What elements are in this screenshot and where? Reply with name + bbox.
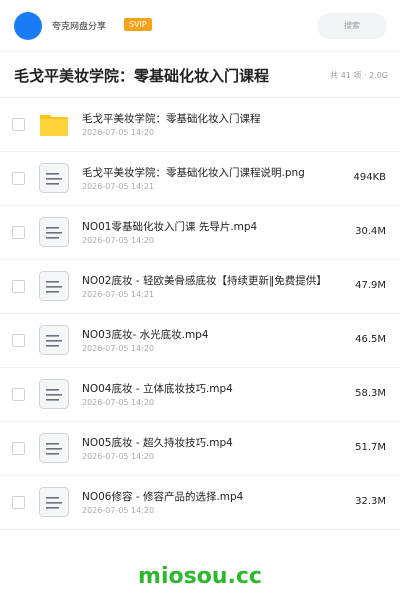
site-watermark: miosou.cc [138,564,262,589]
list-item[interactable]: NO01零基础化妆入门课 先导片.mp4 2026-07-05 14:20 30… [0,206,400,260]
svip-badge: SVIP [124,18,152,31]
file-name: NO03底妆- 水光底妆.mp4 [82,329,209,341]
list-item[interactable]: NO05底妆 - 超久持妆技巧.mp4 2026-07-05 14:20 51.… [0,422,400,476]
app-header: 夸克网盘分享 SVIP 搜索 [0,0,400,52]
file-name: 毛戈平美妆学院：零基础化妆入门课程说明.png [82,167,305,179]
list-item[interactable]: 毛戈平美妆学院：零基础化妆入门课程说明.png 2026-07-05 14:21… [0,152,400,206]
page-title: 毛戈平美妆学院：零基础化妆入门课程 [14,67,270,85]
file-size: 32.3M [355,496,386,507]
file-name: NO04底妆 - 立体底妆技巧.mp4 [82,383,233,395]
list-item[interactable]: 毛戈平美妆学院：零基础化妆入门课程 2026-07-05 14:20 [0,98,400,152]
avatar[interactable] [14,12,42,40]
search-input[interactable]: 搜索 [317,13,387,39]
row-checkbox[interactable] [12,334,25,347]
file-size: 47.9M [355,280,386,291]
file-date: 2026-07-05 14:20 [82,128,155,137]
list-item[interactable]: NO06修容 - 修容产品的选择.mp4 2026-07-05 14:20 32… [0,476,400,530]
document-icon [39,379,69,409]
document-icon [39,325,69,355]
brand-name: 夸克网盘分享 [52,22,107,32]
file-list: 毛戈平美妆学院：零基础化妆入门课程 2026-07-05 14:20 毛戈平美妆… [0,98,400,530]
file-name: NO06修容 - 修容产品的选择.mp4 [82,491,244,503]
document-icon [39,433,69,463]
file-size: 30.4M [355,226,386,237]
file-name: NO02底妆 - 轻欧美骨感底妆【持续更新‖免费提供】 [82,275,327,287]
file-date: 2026-07-05 14:20 [82,452,155,461]
list-item[interactable]: NO04底妆 - 立体底妆技巧.mp4 2026-07-05 14:20 58.… [0,368,400,422]
file-name: NO05底妆 - 超久持妆技巧.mp4 [82,437,233,449]
document-icon [39,487,69,517]
row-checkbox[interactable] [12,496,25,509]
file-size: 58.3M [355,388,386,399]
file-date: 2026-07-05 14:20 [82,236,155,245]
list-item[interactable]: NO02底妆 - 轻欧美骨感底妆【持续更新‖免费提供】 2026-07-05 1… [0,260,400,314]
file-date: 2026-07-05 14:20 [82,344,155,353]
document-icon [39,271,69,301]
file-size: 494KB [353,172,386,183]
file-size: 46.5M [355,334,386,345]
document-icon [39,163,69,193]
row-checkbox[interactable] [12,388,25,401]
document-icon [39,217,69,247]
row-checkbox[interactable] [12,442,25,455]
row-checkbox[interactable] [12,280,25,293]
row-checkbox[interactable] [12,172,25,185]
row-checkbox[interactable] [12,226,25,239]
row-checkbox[interactable] [12,118,25,131]
file-size: 51.7M [355,442,386,453]
list-item[interactable]: NO03底妆- 水光底妆.mp4 2026-07-05 14:20 46.5M [0,314,400,368]
file-date: 2026-07-05 14:20 [82,398,155,407]
share-meta: 共 41 项 · 2.0G [330,71,388,80]
folder-icon [40,115,68,136]
file-date: 2026-07-05 14:21 [82,182,155,191]
file-date: 2026-07-05 14:21 [82,290,155,299]
file-name: 毛戈平美妆学院：零基础化妆入门课程 [82,113,261,125]
title-bar: 毛戈平美妆学院：零基础化妆入门课程 共 41 项 · 2.0G [0,52,400,98]
file-date: 2026-07-05 14:20 [82,506,155,515]
file-name: NO01零基础化妆入门课 先导片.mp4 [82,221,258,233]
